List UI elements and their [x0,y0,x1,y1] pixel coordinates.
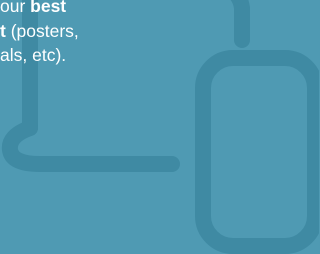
promo-text: our best t (posters, als, etc). [0,0,170,68]
promo-panel: our best t (posters, als, etc). [0,0,319,254]
phone-icon [195,50,319,254]
text-line-1: our best [0,0,67,16]
text-line-2: t (posters, [0,20,79,41]
text-line-3: als, etc). [0,45,67,65]
